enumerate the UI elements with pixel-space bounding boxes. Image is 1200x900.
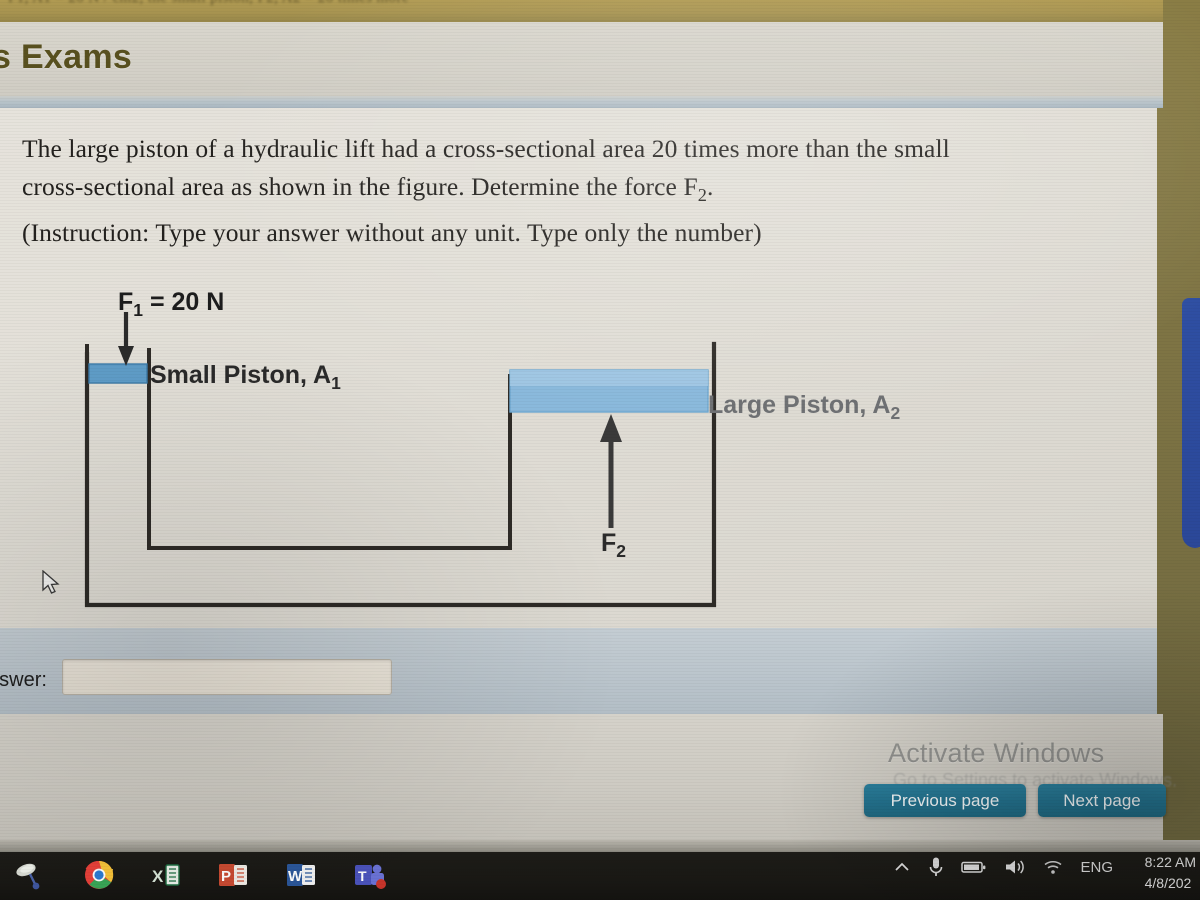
question-line-2: cross-sectional area as shown in the fig… bbox=[22, 168, 1182, 214]
f1-label-letter: F bbox=[118, 288, 134, 316]
question-text: The large piston of a hydraulic lift had… bbox=[22, 130, 1182, 252]
svg-text:P: P bbox=[221, 868, 231, 885]
teams-icon[interactable]: T bbox=[354, 858, 388, 892]
f2-force-arrow bbox=[600, 414, 622, 528]
cut-off-top-strip: F1, A1 = 20 N / cm2, the small piston, F… bbox=[0, 0, 1163, 22]
powerpoint-icon[interactable]: P bbox=[218, 858, 252, 892]
small-piston-label-text: Small Piston, A bbox=[150, 361, 332, 389]
excel-icon[interactable]: X bbox=[150, 858, 184, 892]
next-page-button[interactable]: Next page bbox=[1038, 784, 1166, 817]
answer-input[interactable] bbox=[62, 659, 392, 695]
hydraulic-lift-svg bbox=[84, 312, 717, 608]
microphone-icon[interactable] bbox=[928, 856, 944, 878]
screen-bezel-gap bbox=[0, 840, 1200, 852]
speaker-volume-icon[interactable] bbox=[1004, 858, 1026, 876]
question-line-3-instruction: (Instruction: Type your answer without a… bbox=[22, 218, 762, 248]
mouse-cursor bbox=[42, 569, 62, 603]
large-piston-label-text: Large Piston, A bbox=[708, 391, 891, 419]
word-icon[interactable]: W bbox=[286, 858, 320, 892]
f1-label: F1 = 20 N bbox=[118, 288, 224, 321]
small-piston-label: Small Piston, A1 bbox=[150, 361, 341, 394]
small-piston-label-subscript: 1 bbox=[331, 373, 341, 393]
page-header-band bbox=[0, 22, 1163, 96]
f1-label-value: = 20 N bbox=[143, 288, 225, 316]
show-hidden-icons-chevron-icon[interactable] bbox=[893, 860, 911, 874]
svg-text:T: T bbox=[358, 868, 367, 884]
header-divider bbox=[0, 96, 1163, 108]
f2-label: F2 bbox=[601, 529, 626, 562]
hydraulic-lift-figure bbox=[60, 282, 980, 622]
small-piston-block bbox=[88, 363, 148, 384]
clock-time: 8:22 AM bbox=[1144, 854, 1196, 870]
f2-label-subscript: 2 bbox=[616, 541, 627, 561]
taskbar-clock[interactable]: 8:22 AM 4/8/202 bbox=[1145, 852, 1196, 894]
right-edge-blue-panel[interactable] bbox=[1182, 298, 1200, 538]
blurred-strip-text: F1, A1 = 20 N / cm2, the small piston, F… bbox=[8, 0, 1158, 7]
chrome-icon[interactable] bbox=[82, 858, 116, 892]
svg-text:X: X bbox=[152, 867, 164, 886]
answer-label: nswer: bbox=[0, 669, 47, 691]
paint-flower-icon[interactable] bbox=[14, 858, 48, 892]
large-piston-label: Large Piston, A2 bbox=[708, 391, 900, 424]
question-line-2-subscript: 2 bbox=[697, 185, 708, 206]
f1-label-subscript: 1 bbox=[133, 300, 144, 320]
question-line-1: The large piston of a hydraulic lift had… bbox=[22, 134, 950, 163]
taskbar-pinned-icons: X P W T bbox=[14, 858, 388, 892]
question-line-2-period: . bbox=[707, 172, 714, 201]
battery-icon[interactable] bbox=[961, 860, 987, 874]
page-title: s Exams bbox=[0, 38, 133, 76]
large-piston-highlight bbox=[510, 370, 708, 386]
screen-photograph: F1, A1 = 20 N / cm2, the small piston, F… bbox=[0, 0, 1200, 900]
svg-text:W: W bbox=[288, 868, 303, 885]
wifi-icon[interactable] bbox=[1043, 859, 1063, 875]
clock-date: 4/8/202 bbox=[1144, 875, 1192, 891]
large-piston-label-subscript: 2 bbox=[890, 403, 901, 423]
f2-label-letter: F bbox=[601, 529, 617, 557]
previous-page-button[interactable]: Previous page bbox=[864, 784, 1026, 817]
activate-windows-title: Activate Windows bbox=[888, 738, 1105, 768]
language-indicator[interactable]: ENG bbox=[1080, 859, 1113, 876]
small-cylinder-wall-tips bbox=[85, 344, 151, 358]
question-line-2-main: cross-sectional area as shown in the fig… bbox=[22, 172, 698, 201]
